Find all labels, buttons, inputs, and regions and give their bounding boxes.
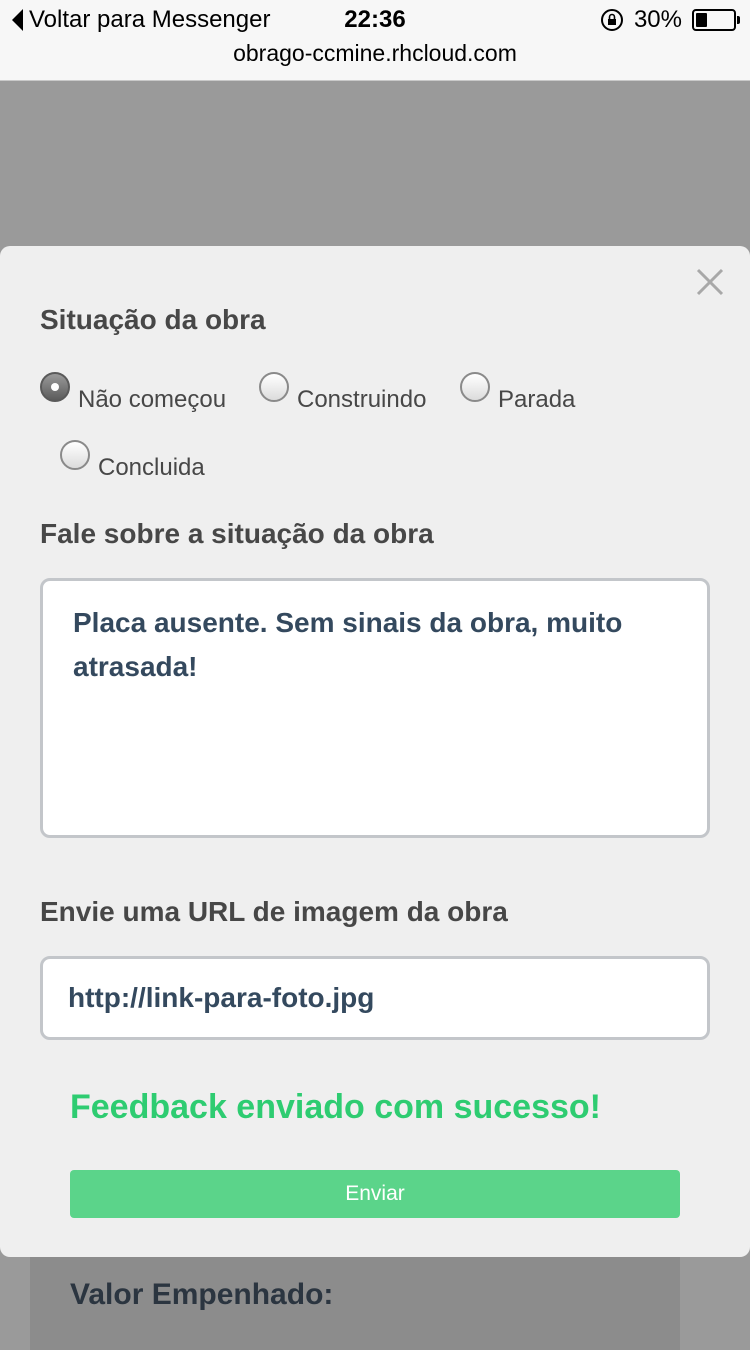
description-title: Fale sobre a situação da obra (40, 518, 434, 549)
radio-label: Não começou (78, 386, 227, 413)
status-bar: Voltar para Messenger 22:36 30% obrago-c… (0, 0, 750, 81)
image-url-title: Envie uma URL de imagem da obra (40, 896, 508, 927)
radio-construindo[interactable]: Construindo (259, 372, 426, 414)
battery-icon (692, 9, 740, 31)
url-bar[interactable]: obrago-ccmine.rhcloud.com (0, 40, 750, 67)
feedback-modal: Situação da obra Não começou Construindo… (0, 246, 750, 1257)
image-url-input[interactable]: http://link-para-foto.jpg (40, 956, 710, 1040)
radio-circle[interactable] (60, 440, 90, 470)
status-title: Situação da obra (40, 304, 266, 335)
battery-percent: 30% (633, 6, 682, 33)
status-indicators: 30% (600, 6, 740, 34)
feedback-success-message: Feedback enviado com sucesso! (70, 1088, 601, 1126)
close-button[interactable] (690, 262, 730, 302)
back-label: Voltar para Messenger (29, 6, 271, 33)
radio-label: Concluida (98, 454, 205, 481)
rotation-lock-icon (600, 8, 624, 32)
close-icon (696, 268, 724, 296)
description-textarea[interactable]: Placa ausente. Sem sinais da obra, muito… (40, 578, 710, 838)
radio-parada[interactable]: Parada (460, 372, 575, 414)
radio-circle[interactable] (460, 372, 490, 402)
submit-button[interactable]: Enviar (70, 1170, 680, 1218)
radio-circle[interactable] (259, 372, 289, 402)
battery-fill (696, 13, 707, 27)
radio-circle-checked[interactable] (40, 372, 70, 402)
radio-concluida[interactable]: Concluida (60, 440, 205, 482)
radio-label: Parada (498, 386, 576, 413)
back-to-messenger-link[interactable]: Voltar para Messenger (12, 6, 270, 34)
radio-nao-comecou[interactable]: Não começou (40, 372, 226, 414)
radio-label: Construindo (297, 386, 427, 413)
back-arrow-icon (12, 9, 23, 31)
valor-empenhado-label: Valor Empenhado: (70, 1278, 334, 1311)
